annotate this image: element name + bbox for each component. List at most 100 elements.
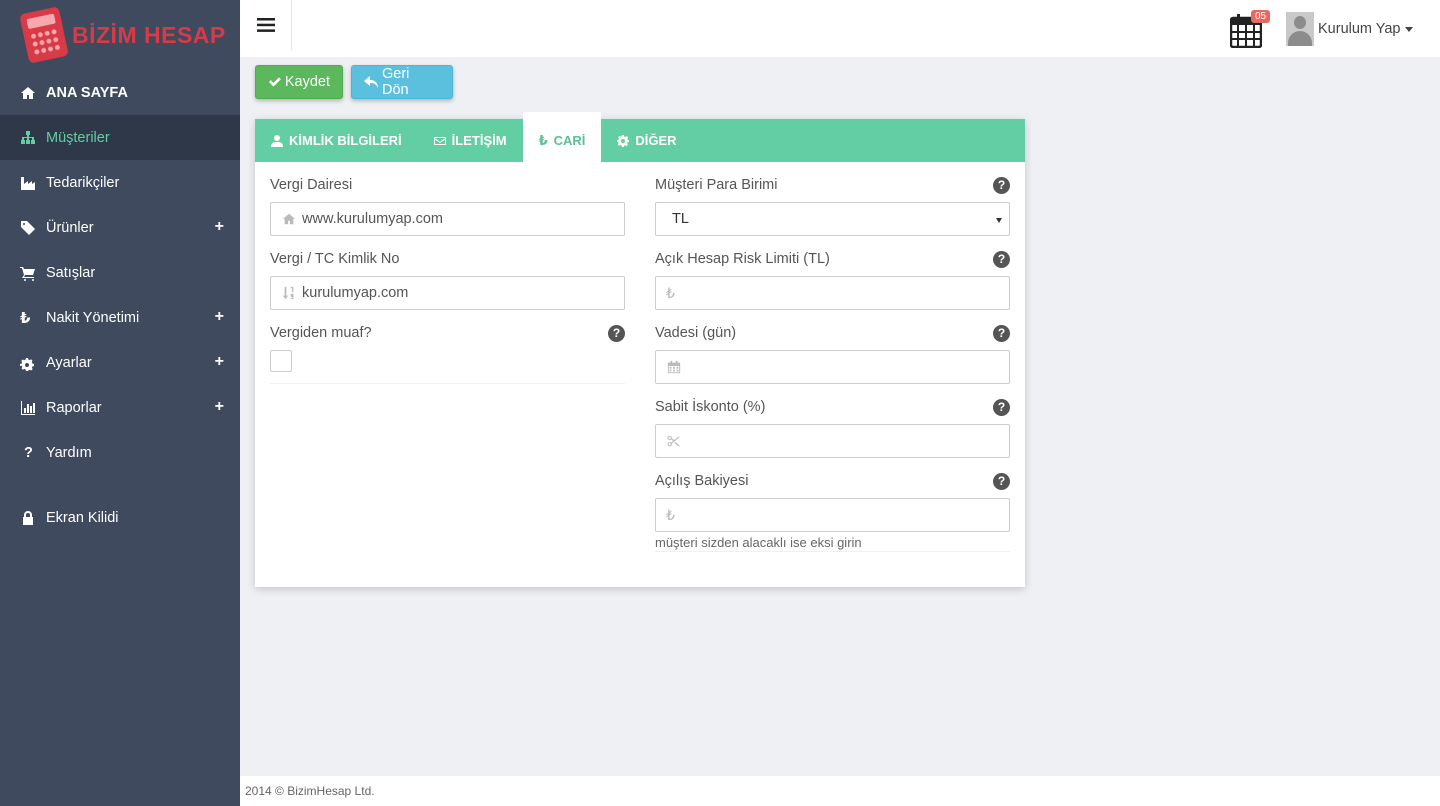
tax-office-field: Vergi Dairesi www.kurulumyap.com — [270, 176, 625, 250]
discount-field: Sabit İskonto (%) ? — [655, 398, 1010, 472]
cogs-icon — [20, 355, 46, 371]
tab-label: İLETİŞİM — [451, 133, 507, 148]
gear-icon — [617, 134, 630, 147]
sitemap-icon — [20, 130, 46, 146]
due-days-input[interactable] — [655, 350, 1010, 384]
help-icon[interactable]: ? — [993, 473, 1010, 490]
menu-toggle-button[interactable] — [240, 0, 292, 50]
due-days-field: Vadesi (gün) ? — [655, 324, 1010, 398]
sort-numeric-icon — [281, 286, 297, 300]
avatar — [1286, 12, 1314, 46]
home-icon — [281, 212, 297, 226]
back-button[interactable]: Geri Dön — [351, 65, 453, 99]
help-icon[interactable]: ? — [993, 325, 1010, 342]
cart-icon — [20, 265, 46, 281]
sidebar-item-lock-screen[interactable]: Ekran Kilidi — [0, 495, 240, 540]
calculator-logo-icon — [19, 6, 69, 64]
footer: 2014 © BizimHesap Ltd. — [240, 776, 1440, 806]
sidebar-item-label: Satışlar — [46, 264, 96, 281]
expand-icon[interactable]: + — [215, 218, 224, 236]
due-days-label: Vadesi (gün) — [655, 325, 737, 341]
tax-office-input[interactable]: www.kurulumyap.com — [270, 202, 625, 236]
tax-office-value: www.kurulumyap.com — [302, 211, 444, 227]
industry-icon — [20, 175, 46, 191]
sidebar-item-reports[interactable]: Raporlar + — [0, 385, 240, 430]
form-right-column: Müşteri Para Birimi ? TL Açık Hesap Risk… — [655, 176, 1010, 552]
sidebar-item-label: Ekran Kilidi — [46, 509, 119, 526]
sidebar: BİZİM HESAP ANA SAYFA Müşteriler Tedarik… — [0, 0, 240, 806]
copyright-text: 2014 © BizimHesap Ltd. — [245, 784, 375, 798]
tab-label: DİĞER — [635, 133, 677, 148]
help-icon[interactable]: ? — [608, 325, 625, 342]
sidebar-item-suppliers[interactable]: Tedarikçiler — [0, 160, 240, 205]
save-button[interactable]: Kaydet — [255, 65, 343, 99]
sidebar-item-label: Tedarikçiler — [46, 174, 120, 191]
tab-label: CARİ — [553, 133, 586, 148]
check-icon — [268, 77, 281, 87]
tax-id-label: Vergi / TC Kimlik No — [270, 251, 400, 267]
discount-input[interactable] — [655, 424, 1010, 458]
lock-icon — [20, 510, 46, 526]
risk-limit-input[interactable]: ₺ — [655, 276, 1010, 310]
envelope-icon — [433, 136, 446, 145]
hamburger-icon — [256, 18, 275, 32]
tax-office-label: Vergi Dairesi — [270, 177, 353, 193]
brand-logo[interactable]: BİZİM HESAP — [0, 0, 240, 70]
opening-balance-label: Açılış Bakiyesi — [655, 473, 749, 489]
lira-icon: ₺ — [538, 132, 548, 148]
reply-icon — [364, 76, 378, 88]
help-icon[interactable]: ? — [993, 177, 1010, 194]
risk-limit-field: Açık Hesap Risk Limiti (TL) ? ₺ — [655, 250, 1010, 324]
sidebar-item-label: Müşteriler — [46, 129, 110, 146]
tab-account[interactable]: ₺ CARİ — [522, 112, 602, 162]
tax-id-field: Vergi / TC Kimlik No kurulumyap.com — [270, 250, 625, 324]
help-icon[interactable]: ? — [993, 399, 1010, 416]
sidebar-item-customers[interactable]: Müşteriler — [0, 115, 240, 160]
tax-exempt-checkbox[interactable] — [270, 350, 292, 372]
home-icon — [20, 85, 46, 101]
currency-select[interactable]: TL — [655, 202, 1010, 236]
scissors-icon — [666, 434, 682, 448]
sidebar-item-products[interactable]: Ürünler + — [0, 205, 240, 250]
sidebar-item-label: Ayarlar — [46, 354, 92, 371]
sidebar-item-settings[interactable]: Ayarlar + — [0, 340, 240, 385]
expand-icon[interactable]: + — [215, 308, 224, 326]
back-button-label: Geri Dön — [382, 66, 410, 98]
tab-identity[interactable]: KİMLİK BİLGİLERİ — [255, 119, 418, 162]
currency-field: Müşteri Para Birimi ? TL — [655, 176, 1010, 250]
sidebar-nav: ANA SAYFA Müşteriler Tedarikçiler Ürünle… — [0, 70, 240, 540]
expand-icon[interactable]: + — [215, 353, 224, 371]
bar-chart-icon — [20, 400, 46, 416]
calendar-icon — [666, 360, 682, 374]
opening-balance-input[interactable]: ₺ — [655, 498, 1010, 532]
risk-limit-label: Açık Hesap Risk Limiti (TL) — [655, 251, 830, 267]
sidebar-item-label: Ürünler — [46, 219, 94, 236]
form-left-column: Vergi Dairesi www.kurulumyap.com Vergi /… — [270, 176, 625, 384]
currency-value: TL — [672, 211, 689, 227]
sidebar-item-help[interactable]: ? Yardım — [0, 430, 240, 475]
tax-exempt-label: Vergiden muaf? — [270, 325, 372, 341]
tags-icon — [20, 220, 46, 236]
discount-label: Sabit İskonto (%) — [655, 399, 766, 415]
save-button-label: Kaydet — [284, 74, 330, 90]
sidebar-item-label: Yardım — [46, 444, 92, 461]
sidebar-item-home[interactable]: ANA SAYFA — [0, 70, 240, 115]
sidebar-item-cash[interactable]: ₺ Nakit Yönetimi + — [0, 295, 240, 340]
sidebar-item-label: Raporlar — [46, 399, 102, 416]
help-icon[interactable]: ? — [993, 251, 1010, 268]
brand-name: BİZİM HESAP — [72, 21, 226, 48]
expand-icon[interactable]: + — [215, 398, 224, 416]
divider — [270, 383, 625, 384]
divider — [655, 551, 1010, 552]
tab-other[interactable]: DİĞER — [601, 119, 692, 162]
user-menu[interactable]: Kurulum Yap — [1286, 12, 1414, 46]
top-header: 05 Kurulum Yap — [240, 0, 1440, 57]
tab-contact[interactable]: İLETİŞİM — [418, 119, 523, 162]
tax-id-input[interactable]: kurulumyap.com — [270, 276, 625, 310]
sidebar-item-label: ANA SAYFA — [46, 84, 128, 101]
sidebar-spacer — [0, 475, 240, 495]
user-icon — [271, 134, 283, 147]
lira-icon: ₺ — [666, 284, 675, 301]
sidebar-item-sales[interactable]: Satışlar — [0, 250, 240, 295]
user-name: Kurulum Yap — [1318, 21, 1401, 37]
